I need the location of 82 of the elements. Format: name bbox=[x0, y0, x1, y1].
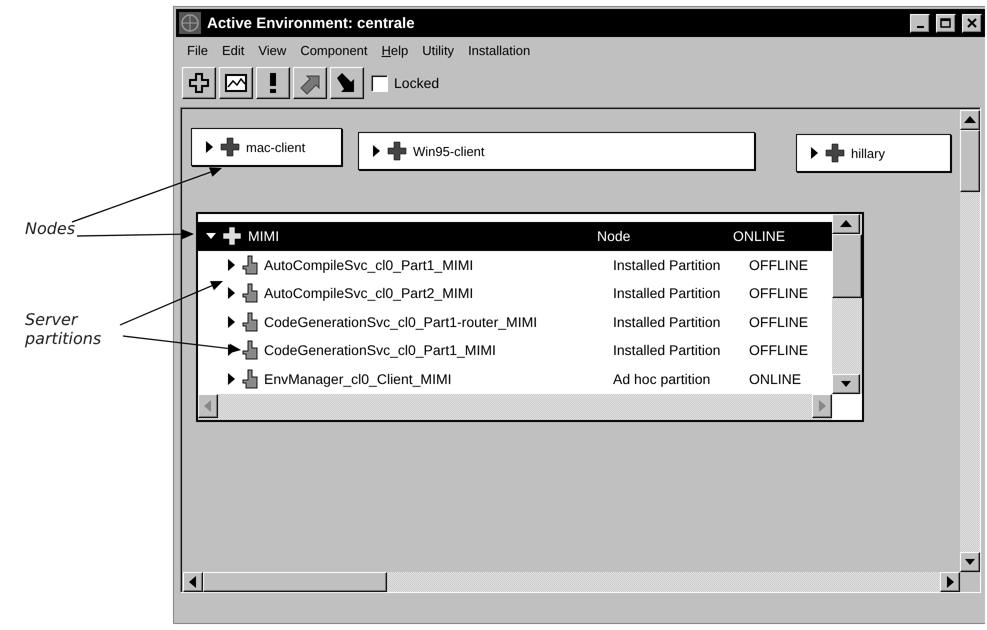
scroll-right-button[interactable] bbox=[812, 394, 832, 418]
item-type: Installed Partition bbox=[613, 314, 722, 330]
toolbar-button[interactable] bbox=[330, 67, 364, 99]
arrow-icon bbox=[840, 219, 852, 229]
scroll-thumb[interactable] bbox=[960, 130, 980, 192]
arrow-icon bbox=[203, 400, 213, 412]
chart-icon bbox=[225, 74, 247, 92]
checkbox[interactable] bbox=[371, 74, 388, 92]
item-status: OFFLINE bbox=[749, 342, 808, 358]
item-name: AutoCompileSvc_cl0_Part2_MIMI bbox=[264, 285, 474, 302]
item-status: ONLINE bbox=[749, 370, 802, 387]
scroll-right-button[interactable] bbox=[940, 572, 960, 592]
tree-row[interactable]: MIMI Node ONLINE bbox=[198, 222, 832, 250]
vertical-scrollbar[interactable] bbox=[960, 110, 980, 572]
minimize-icon bbox=[916, 26, 924, 28]
partition-icon bbox=[242, 368, 258, 389]
cross-icon bbox=[188, 72, 210, 94]
node-name: mac-client bbox=[246, 140, 306, 154]
item-status: OFFLINE bbox=[749, 285, 808, 302]
item-name: CodeGenerationSvc_cl0_Part1-router_MIMI bbox=[264, 314, 538, 330]
item-name: AutoCompileSvc_cl0_Part1_MIMI bbox=[264, 256, 474, 273]
node-box[interactable]: mac-client bbox=[191, 128, 342, 166]
minimize-button[interactable] bbox=[910, 14, 930, 32]
node-box[interactable]: hillary bbox=[796, 134, 951, 172]
item-name: EnvManager_cl0_Client_MIMI bbox=[264, 370, 453, 387]
node-name: Win95-client bbox=[413, 144, 485, 158]
item-type: Node bbox=[597, 228, 632, 244]
item-name: MIMI bbox=[248, 228, 280, 244]
close-icon bbox=[967, 18, 977, 28]
item-type: Installed Partition bbox=[613, 342, 722, 358]
node-icon bbox=[825, 143, 845, 163]
menu-item[interactable]: View bbox=[251, 42, 294, 58]
menu-item[interactable]: Installation bbox=[461, 42, 538, 58]
item-type: Installed Partition bbox=[613, 256, 722, 273]
node-icon bbox=[387, 141, 407, 161]
maximize-button[interactable] bbox=[936, 14, 956, 32]
menu-item[interactable]: Component bbox=[293, 42, 375, 58]
scroll-up-button[interactable] bbox=[960, 110, 980, 130]
horizontal-scrollbar[interactable] bbox=[198, 394, 832, 420]
item-status: OFFLINE bbox=[749, 314, 808, 330]
item-type: Ad hoc partition bbox=[613, 370, 712, 387]
item-status: OFFLINE bbox=[749, 256, 808, 273]
arrow-icon bbox=[817, 400, 827, 412]
partition-icon bbox=[242, 340, 258, 360]
arrow-icon bbox=[945, 576, 955, 588]
item-type: Installed Partition bbox=[613, 285, 722, 302]
menu-item[interactable]: Utility bbox=[415, 42, 462, 58]
annotation-label: Server partitions bbox=[25, 310, 102, 348]
partition-icon bbox=[242, 283, 258, 304]
item-name: CodeGenerationSvc_cl0_Part1_MIMI bbox=[264, 342, 497, 358]
node-icon bbox=[220, 137, 240, 157]
vertical-scrollbar[interactable] bbox=[832, 214, 862, 394]
annotation-label: Nodes bbox=[25, 219, 76, 238]
arrow-icon bbox=[964, 115, 976, 125]
maximize-icon bbox=[940, 18, 952, 28]
menu-item[interactable]: Help bbox=[374, 42, 416, 58]
partition-icon bbox=[242, 312, 258, 332]
item-status: ONLINE bbox=[733, 228, 786, 244]
scroll-left-button[interactable] bbox=[183, 572, 203, 592]
window-title: Active Environment: centrale bbox=[207, 14, 416, 32]
toolbar-button[interactable] bbox=[219, 67, 253, 99]
toolbar-button[interactable] bbox=[256, 67, 290, 99]
node-icon bbox=[222, 226, 242, 246]
partition-icon bbox=[242, 254, 258, 275]
checkbox-label: Locked bbox=[394, 75, 440, 91]
menu-item[interactable]: File bbox=[180, 42, 215, 58]
arrow-icon bbox=[188, 576, 198, 588]
scroll-down-button[interactable] bbox=[960, 552, 980, 572]
toolbar-button[interactable] bbox=[182, 67, 216, 99]
exclamation-icon bbox=[269, 72, 277, 94]
scroll-thumb[interactable] bbox=[203, 572, 387, 592]
node-name: hillary bbox=[851, 146, 885, 160]
scroll-thumb[interactable] bbox=[832, 234, 862, 298]
horizontal-scrollbar[interactable] bbox=[183, 572, 960, 592]
toolbar-button[interactable] bbox=[293, 67, 327, 99]
close-button[interactable] bbox=[962, 14, 982, 32]
scroll-left-button[interactable] bbox=[198, 394, 218, 418]
menu-item[interactable]: Edit bbox=[214, 42, 252, 58]
scroll-down-button[interactable] bbox=[832, 374, 860, 394]
scroll-up-button[interactable] bbox=[832, 214, 860, 234]
globe-icon bbox=[179, 12, 201, 34]
node-box[interactable]: Win95-client bbox=[358, 132, 755, 170]
